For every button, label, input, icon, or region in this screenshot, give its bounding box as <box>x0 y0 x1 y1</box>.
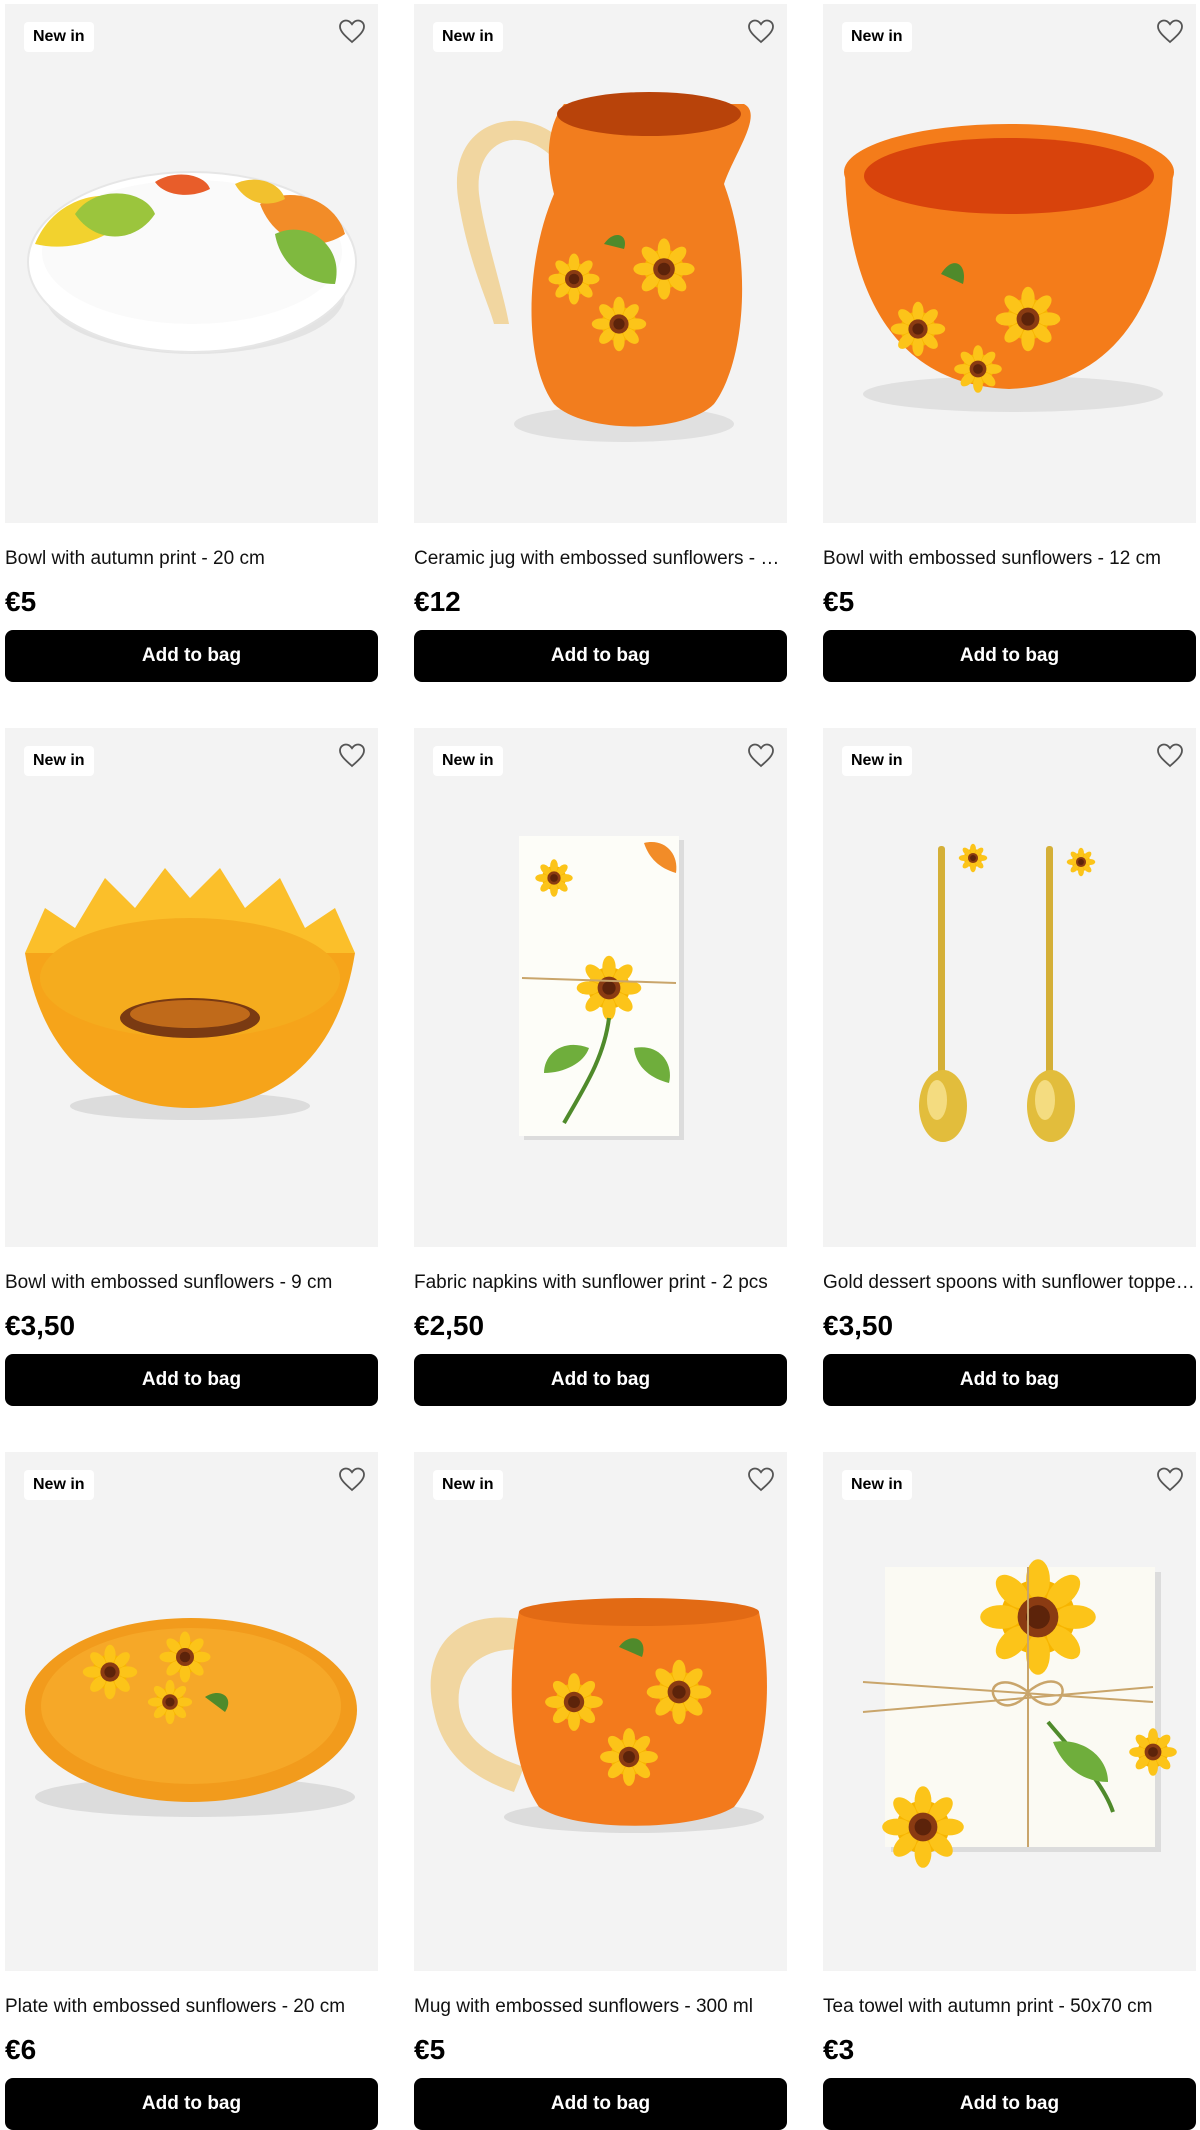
add-to-bag-button[interactable]: Add to bag <box>823 1354 1196 1406</box>
product-price: €6 <box>5 2034 37 2065</box>
favorite-heart-icon[interactable] <box>338 18 366 46</box>
product-title[interactable]: Ceramic jug with embossed sunflowers - 1… <box>414 547 787 571</box>
tea-towel-image <box>862 1559 1177 1868</box>
favorite-heart-icon[interactable] <box>338 1466 366 1494</box>
product-title[interactable]: Bowl with embossed sunflowers - 12 cm <box>823 547 1196 571</box>
product-card[interactable]: New in Fabric napkins with sunflower pri… <box>414 728 787 1406</box>
new-in-badge: New in <box>433 746 503 776</box>
product-title[interactable]: Bowl with autumn print - 20 cm <box>5 547 378 571</box>
favorite-heart-icon[interactable] <box>1156 18 1184 46</box>
product-price: €3,50 <box>823 1310 894 1341</box>
product-title[interactable]: Tea towel with autumn print - 50x70 cm <box>823 1995 1196 2019</box>
product-card[interactable]: New in Tea towel with autumn print - 50x… <box>823 1452 1196 2130</box>
sunflower-mug-image <box>430 1598 767 1833</box>
product-grid: New in Bowl with autumn print - 20 cm €5… <box>5 4 1196 2130</box>
product-card[interactable]: New in Bowl with embossed sunflowers - 9… <box>5 728 378 1406</box>
product-title[interactable]: Mug with embossed sunflowers - 300 ml <box>414 1995 787 2019</box>
new-in-badge: New in <box>433 22 503 52</box>
sunflower-napkins-image <box>519 836 684 1140</box>
autumn-print-bowl-image <box>27 171 357 354</box>
pumpkin-bowl-image <box>844 124 1174 412</box>
product-image[interactable]: New in <box>414 4 787 523</box>
product-price: €5 <box>5 586 37 617</box>
new-in-badge: New in <box>842 1470 912 1500</box>
sunflower-plate-image <box>25 1618 357 1817</box>
add-to-bag-button[interactable]: Add to bag <box>5 630 378 682</box>
product-image[interactable]: New in <box>5 1452 378 1971</box>
add-to-bag-button[interactable]: Add to bag <box>414 2078 787 2130</box>
product-image[interactable]: New in <box>414 1452 787 1971</box>
product-title[interactable]: Gold dessert spoons with sunflower toppe… <box>823 1271 1196 1295</box>
favorite-heart-icon[interactable] <box>747 18 775 46</box>
favorite-heart-icon[interactable] <box>747 1466 775 1494</box>
new-in-badge: New in <box>842 746 912 776</box>
product-image[interactable]: New in <box>823 4 1196 523</box>
product-title[interactable]: Bowl with embossed sunflowers - 9 cm <box>5 1271 378 1295</box>
product-price: €3 <box>823 2034 855 2065</box>
product-price: €2,50 <box>414 1310 485 1341</box>
product-price: €3,50 <box>5 1310 76 1341</box>
product-price: €5 <box>823 586 855 617</box>
new-in-badge: New in <box>433 1470 503 1500</box>
product-title[interactable]: Plate with embossed sunflowers - 20 cm <box>5 1995 378 2019</box>
product-image[interactable]: New in <box>823 1452 1196 1971</box>
product-card[interactable]: New in Ceramic jug with embossed sunflow… <box>414 4 787 682</box>
sunflower-bowl-image <box>25 868 355 1120</box>
add-to-bag-button[interactable]: Add to bag <box>5 1354 378 1406</box>
product-card[interactable]: New in Gold dessert spoons with sunflowe… <box>823 728 1196 1406</box>
favorite-heart-icon[interactable] <box>747 742 775 770</box>
new-in-badge: New in <box>24 1470 94 1500</box>
product-price: €5 <box>414 2034 446 2065</box>
product-card[interactable]: New in Bowl with embossed sunflowers - 1… <box>823 4 1196 682</box>
product-image[interactable]: New in <box>5 728 378 1247</box>
product-title[interactable]: Fabric napkins with sunflower print - 2 … <box>414 1271 787 1295</box>
product-card[interactable]: New in Bowl with autumn print - 20 cm €5… <box>5 4 378 682</box>
product-image[interactable]: New in <box>823 728 1196 1247</box>
add-to-bag-button[interactable]: Add to bag <box>823 2078 1196 2130</box>
favorite-heart-icon[interactable] <box>338 742 366 770</box>
new-in-badge: New in <box>24 22 94 52</box>
gold-spoons-image <box>919 843 1096 1142</box>
product-image[interactable]: New in <box>5 4 378 523</box>
favorite-heart-icon[interactable] <box>1156 742 1184 770</box>
sunflower-jug-image <box>456 92 751 442</box>
add-to-bag-button[interactable]: Add to bag <box>5 2078 378 2130</box>
add-to-bag-button[interactable]: Add to bag <box>414 630 787 682</box>
product-image[interactable]: New in <box>414 728 787 1247</box>
new-in-badge: New in <box>842 22 912 52</box>
add-to-bag-button[interactable]: Add to bag <box>414 1354 787 1406</box>
favorite-heart-icon[interactable] <box>1156 1466 1184 1494</box>
new-in-badge: New in <box>24 746 94 776</box>
product-price: €12 <box>414 586 461 617</box>
product-card[interactable]: New in Mug with embossed sunflowers - 30… <box>414 1452 787 2130</box>
product-card[interactable]: New in Plate with embossed sunflowers - … <box>5 1452 378 2130</box>
add-to-bag-button[interactable]: Add to bag <box>823 630 1196 682</box>
